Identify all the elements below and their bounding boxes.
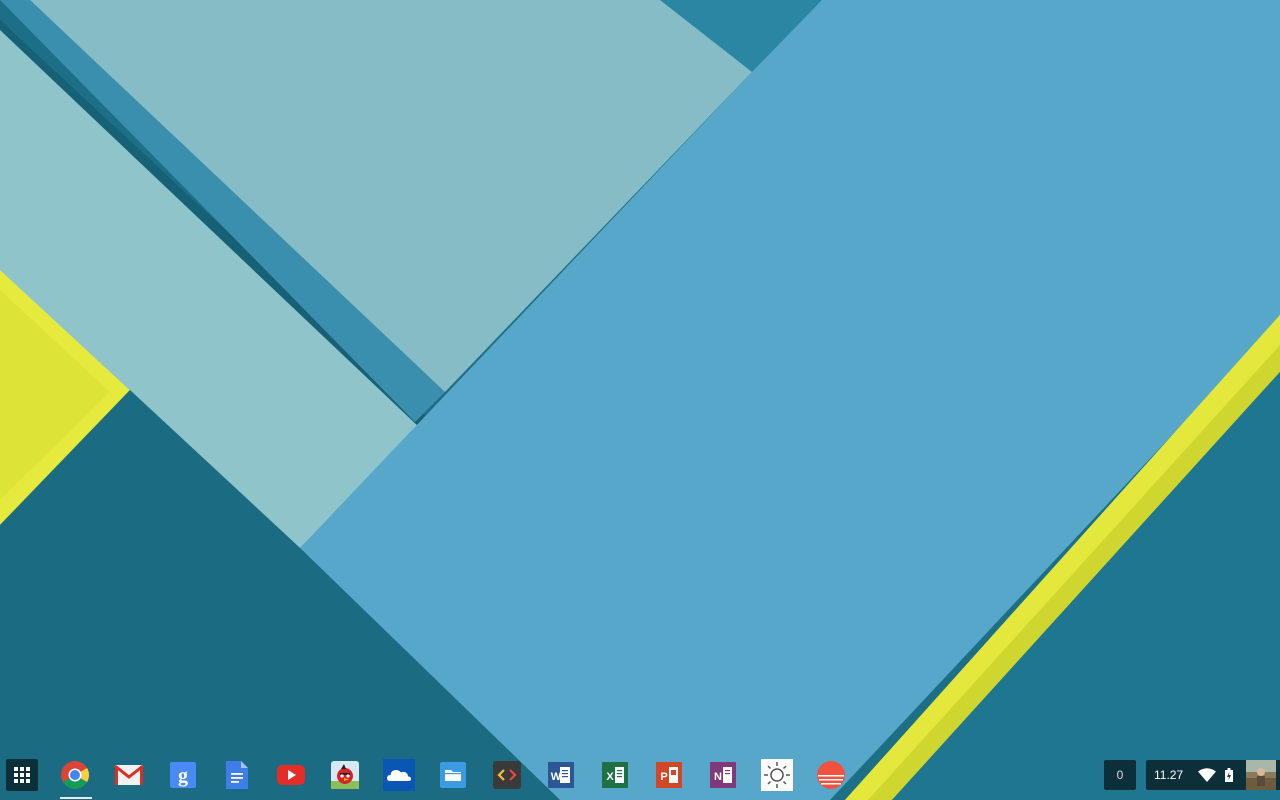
word-app-button[interactable]: W (544, 758, 578, 792)
powerpoint-icon: P (656, 762, 682, 788)
notification-tray[interactable]: 0 (1104, 760, 1136, 790)
onenote-app-button[interactable]: N (706, 758, 740, 792)
word-icon: W (548, 762, 574, 788)
code-editor-icon (493, 761, 521, 789)
google-search-app-button[interactable]: g (166, 758, 200, 792)
app-launcher-grid-icon (14, 767, 30, 783)
onedrive-icon (383, 759, 415, 791)
shelf: g W X P N 0 11.27 (0, 752, 1280, 800)
chrome-icon (61, 761, 89, 789)
sunrise-app-button[interactable] (814, 758, 848, 792)
battery-icon (1225, 768, 1233, 782)
sunrise-icon (817, 761, 845, 789)
chrome-running-indicator (60, 797, 92, 799)
notification-count: 0 (1116, 768, 1124, 782)
powerpoint-app-button[interactable]: P (652, 758, 686, 792)
sun-icon (761, 759, 793, 791)
excel-app-button[interactable]: X (598, 758, 632, 792)
angry-birds-app-button[interactable] (328, 758, 362, 792)
svg-text:W: W (551, 771, 562, 783)
files-icon (440, 762, 466, 788)
desktop: g W X P N 0 11.27 (0, 0, 1280, 800)
user-avatar[interactable] (1246, 760, 1276, 790)
svg-text:N: N (714, 771, 722, 783)
chrome-app-button[interactable] (58, 758, 92, 792)
youtube-icon (277, 765, 305, 785)
gmail-app-button[interactable] (112, 758, 146, 792)
onedrive-app-button[interactable] (382, 758, 416, 792)
app-launcher-button[interactable] (6, 759, 38, 791)
wifi-icon (1198, 768, 1216, 782)
avatar-image (1246, 760, 1276, 790)
svg-text:g: g (178, 765, 188, 787)
weather-app-button[interactable] (760, 758, 794, 792)
gmail-icon (114, 764, 144, 785)
onenote-icon: N (710, 762, 736, 788)
google-docs-icon (226, 761, 248, 789)
files-app-button[interactable] (436, 758, 470, 792)
excel-icon: X (602, 762, 628, 788)
svg-text:X: X (606, 771, 614, 783)
angry-birds-icon (331, 761, 359, 789)
youtube-app-button[interactable] (274, 758, 308, 792)
wallpaper (0, 0, 1280, 800)
google-search-icon: g (170, 762, 196, 788)
svg-text:P: P (660, 771, 667, 783)
docs-app-button[interactable] (220, 758, 254, 792)
clock: 11.27 (1154, 768, 1184, 782)
code-editor-app-button[interactable] (490, 758, 524, 792)
